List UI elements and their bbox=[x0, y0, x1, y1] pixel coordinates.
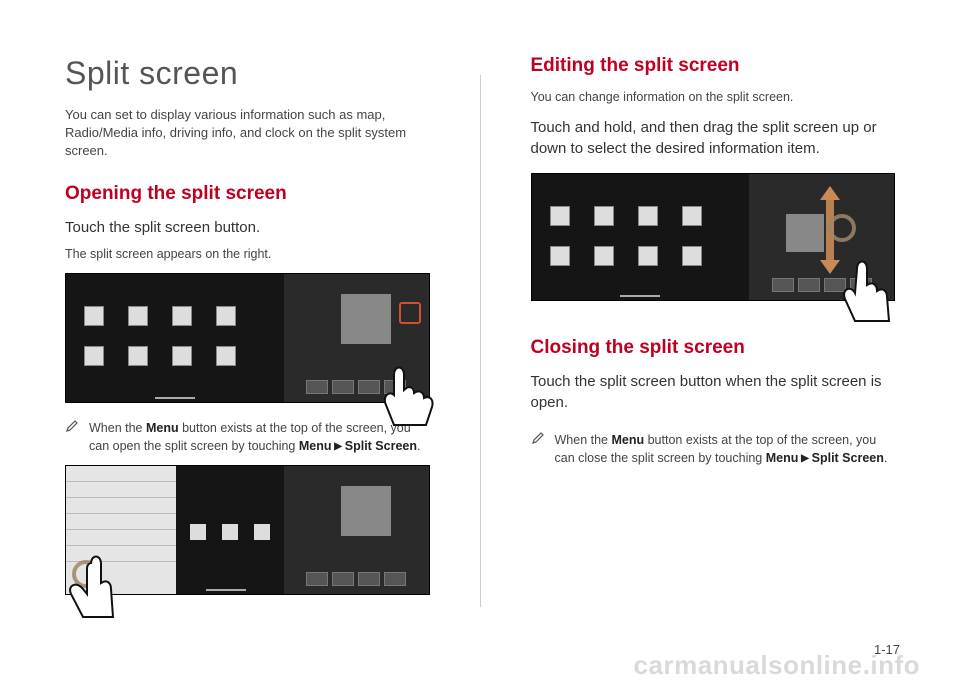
figure-editing bbox=[531, 173, 896, 301]
column-divider bbox=[480, 75, 481, 607]
editing-sub: Touch and hold, and then drag the split … bbox=[531, 117, 896, 159]
note-text: When the Menu button exists at the top o… bbox=[555, 431, 896, 467]
editing-small: You can change information on the split … bbox=[531, 89, 896, 107]
intro-text: You can set to display various informati… bbox=[65, 106, 430, 161]
page-title: Split screen bbox=[65, 55, 430, 92]
right-column: Editing the split screen You can change … bbox=[531, 55, 896, 647]
figure-mid-panel bbox=[176, 466, 276, 594]
left-column: Split screen You can set to display vari… bbox=[65, 55, 430, 647]
figure-side-panel bbox=[284, 466, 429, 594]
figure-main-panel bbox=[532, 174, 750, 300]
note-closing: When the Menu button exists at the top o… bbox=[531, 431, 896, 467]
pencil-icon bbox=[65, 419, 79, 433]
opening-sub: Touch the split screen button. bbox=[65, 217, 430, 238]
opening-small: The split screen appears on the right. bbox=[65, 246, 430, 264]
pencil-icon bbox=[531, 431, 545, 445]
touch-ring-icon bbox=[828, 214, 856, 242]
note-opening: When the Menu button exists at the top o… bbox=[65, 419, 430, 455]
note-text: When the Menu button exists at the top o… bbox=[89, 419, 430, 455]
highlight-box bbox=[399, 302, 421, 324]
figure-side-panel bbox=[284, 274, 429, 402]
watermark: carmanualsonline.info bbox=[634, 650, 920, 681]
heading-editing: Editing the split screen bbox=[531, 55, 896, 77]
figure-grid-icons bbox=[550, 206, 702, 266]
closing-sub: Touch the split screen button when the s… bbox=[531, 371, 896, 413]
figure-main-panel bbox=[66, 274, 284, 402]
heading-opening: Opening the split screen bbox=[65, 183, 430, 205]
figure-side-panel bbox=[749, 174, 894, 300]
figure-opening-1 bbox=[65, 273, 430, 403]
figure-opening-2 bbox=[65, 465, 430, 595]
figure-grid-icons bbox=[84, 306, 236, 366]
heading-closing: Closing the split screen bbox=[531, 337, 896, 359]
